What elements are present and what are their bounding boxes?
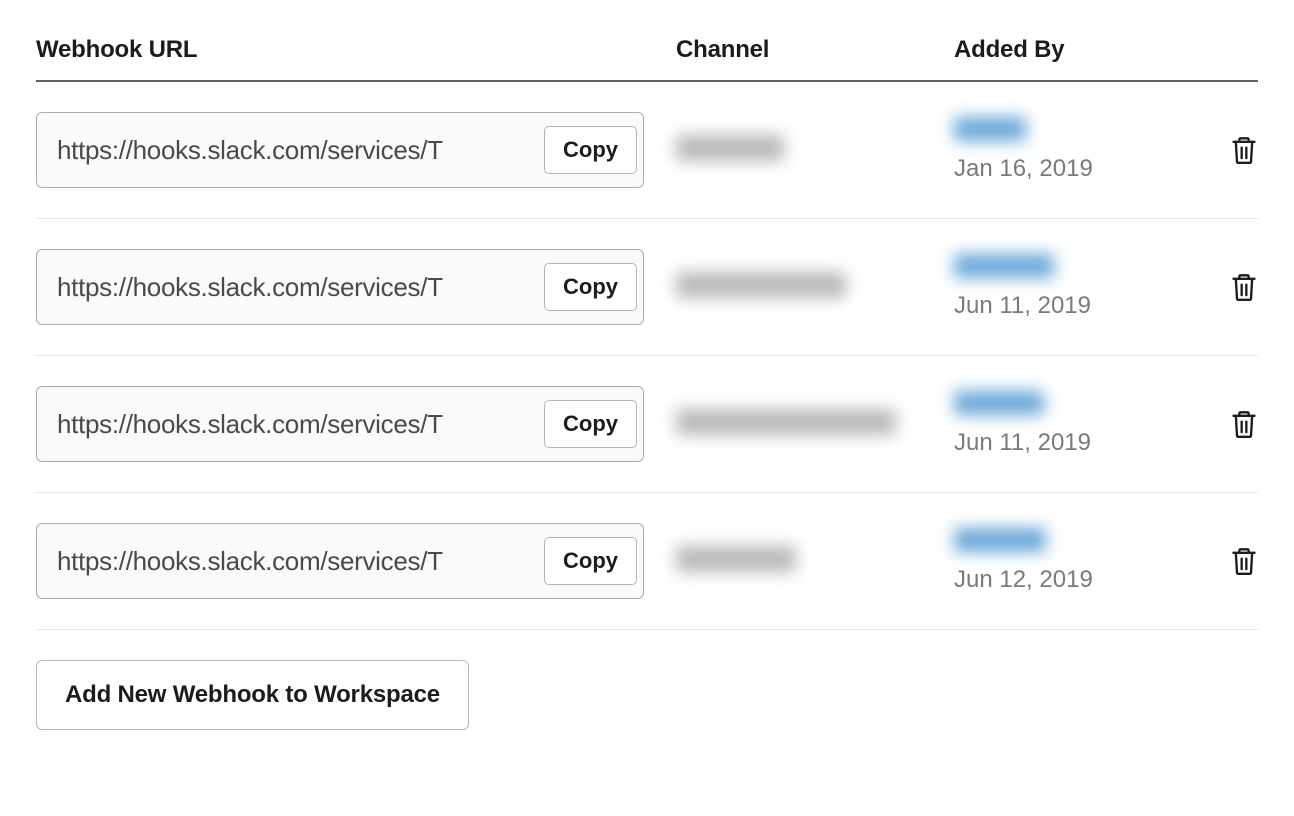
table-row: https://hooks.slack.com/services/TCopy Ju… <box>36 356 1258 493</box>
webhook-url-cell: https://hooks.slack.com/services/TCopy <box>36 112 676 188</box>
trash-icon[interactable] <box>1230 408 1258 440</box>
webhook-url-field[interactable]: https://hooks.slack.com/services/TCopy <box>36 249 644 325</box>
webhook-url-cell: https://hooks.slack.com/services/TCopy <box>36 523 676 599</box>
user-name-redacted <box>954 117 1026 141</box>
added-by-cell: Jun 11, 2019 <box>954 254 1208 320</box>
copy-button[interactable]: Copy <box>544 400 637 448</box>
table-header-row: Webhook URL Channel Added By <box>36 36 1258 82</box>
user-name-redacted <box>954 391 1044 415</box>
table-row: https://hooks.slack.com/services/TCopy Ju… <box>36 219 1258 356</box>
actions-cell <box>1208 271 1258 303</box>
actions-cell <box>1208 134 1258 166</box>
added-date: Jun 12, 2019 <box>954 566 1208 594</box>
user-name-redacted <box>954 254 1054 278</box>
copy-button[interactable]: Copy <box>544 263 637 311</box>
added-date: Jan 16, 2019 <box>954 155 1208 183</box>
table-row: https://hooks.slack.com/services/TCopy Ja… <box>36 82 1258 219</box>
webhook-url-text: https://hooks.slack.com/services/T <box>57 546 544 577</box>
trash-icon[interactable] <box>1230 134 1258 166</box>
channel-name-redacted <box>676 546 796 572</box>
channel-name-redacted <box>676 135 784 161</box>
channel-cell <box>676 409 954 440</box>
channel-name-redacted <box>676 272 846 298</box>
webhook-url-text: https://hooks.slack.com/services/T <box>57 135 544 166</box>
header-added-by: Added By <box>954 36 1208 64</box>
channel-cell <box>676 135 954 166</box>
webhook-url-text: https://hooks.slack.com/services/T <box>57 409 544 440</box>
actions-cell <box>1208 408 1258 440</box>
webhook-url-cell: https://hooks.slack.com/services/TCopy <box>36 386 676 462</box>
copy-button[interactable]: Copy <box>544 537 637 585</box>
channel-cell <box>676 272 954 303</box>
added-by-cell: Jun 12, 2019 <box>954 528 1208 594</box>
add-new-webhook-button[interactable]: Add New Webhook to Workspace <box>36 660 469 730</box>
trash-icon[interactable] <box>1230 271 1258 303</box>
webhook-url-text: https://hooks.slack.com/services/T <box>57 272 544 303</box>
header-channel: Channel <box>676 36 954 64</box>
webhook-url-field[interactable]: https://hooks.slack.com/services/TCopy <box>36 112 644 188</box>
added-date: Jun 11, 2019 <box>954 292 1208 320</box>
webhooks-table: Webhook URL Channel Added By https://hoo… <box>36 36 1258 630</box>
table-row: https://hooks.slack.com/services/TCopy Ju… <box>36 493 1258 630</box>
copy-button[interactable]: Copy <box>544 126 637 174</box>
webhook-url-field[interactable]: https://hooks.slack.com/services/TCopy <box>36 523 644 599</box>
webhook-url-field[interactable]: https://hooks.slack.com/services/TCopy <box>36 386 644 462</box>
webhook-url-cell: https://hooks.slack.com/services/TCopy <box>36 249 676 325</box>
header-webhook-url: Webhook URL <box>36 36 676 64</box>
channel-cell <box>676 546 954 577</box>
trash-icon[interactable] <box>1230 545 1258 577</box>
added-by-cell: Jun 11, 2019 <box>954 391 1208 457</box>
actions-cell <box>1208 545 1258 577</box>
channel-name-redacted <box>676 409 896 435</box>
user-name-redacted <box>954 528 1046 552</box>
added-by-cell: Jan 16, 2019 <box>954 117 1208 183</box>
added-date: Jun 11, 2019 <box>954 429 1208 457</box>
